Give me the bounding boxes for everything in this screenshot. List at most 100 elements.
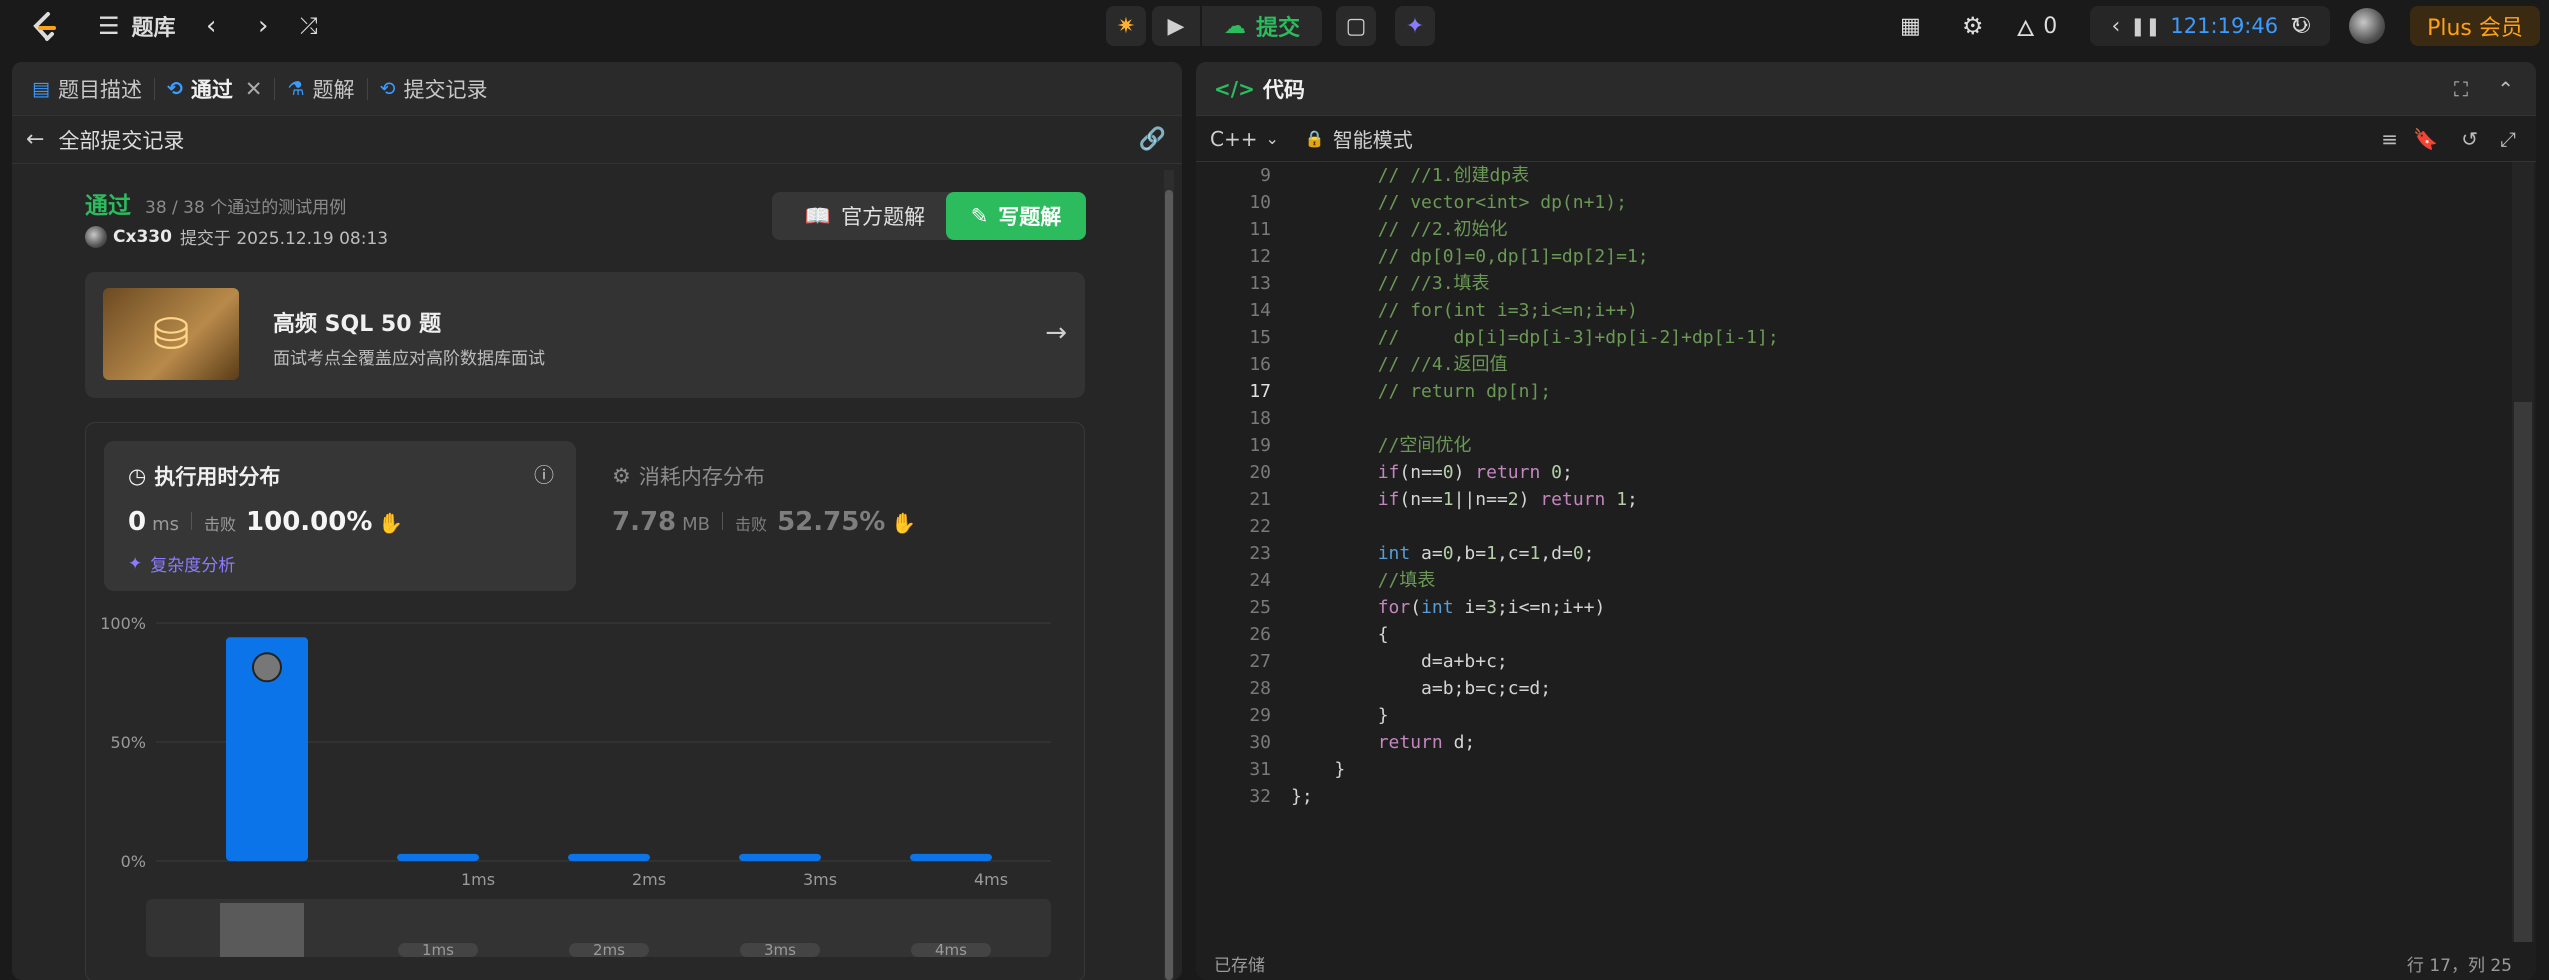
prev-problem-chevron-icon[interactable]: ‹: [206, 0, 216, 52]
code-line[interactable]: 32};: [1196, 783, 2506, 810]
link-icon[interactable]: 🔗: [1139, 127, 1166, 152]
code-line[interactable]: 30 return d;: [1196, 729, 2506, 756]
line-number: 18: [1249, 408, 1271, 429]
leetcode-logo-icon[interactable]: [28, 10, 62, 44]
promo-card[interactable]: ⛁ 高频 SQL 50 题 面试考点全覆盖应对高阶数据库面试 →: [85, 272, 1085, 398]
code-line[interactable]: 31 }: [1196, 756, 2506, 783]
code-token: // vector<int> dp(n+1);: [1291, 192, 1627, 213]
editor-scrollbar[interactable]: [2512, 162, 2534, 942]
code-line[interactable]: 23 int a=0,b=1,c=1,d=0;: [1196, 540, 2506, 567]
streak-counter[interactable]: 🜂 0: [2016, 0, 2057, 52]
code-line[interactable]: 13 // //3.填表: [1196, 270, 2506, 297]
code-line[interactable]: 12 // dp[0]=0,dp[1]=dp[2]=1;: [1196, 243, 2506, 270]
code-token: if: [1377, 489, 1400, 510]
code-token: ,c=: [1496, 543, 1530, 564]
run-button[interactable]: ▶: [1152, 6, 1200, 46]
username[interactable]: Cx330: [113, 227, 172, 247]
chevron-up-icon[interactable]: ⌃: [2497, 77, 2514, 101]
submit-label: 提交: [1255, 16, 1300, 41]
code-line[interactable]: 29 }: [1196, 702, 2506, 729]
note-button[interactable]: ▢: [1336, 6, 1376, 46]
code-text: //填表: [1291, 570, 1436, 591]
avatar[interactable]: [2349, 0, 2385, 52]
code-text: };: [1291, 786, 1313, 807]
smart-mode-toggle[interactable]: 🔒 智能模式: [1305, 124, 1413, 153]
code-text: // //1.创建dp表: [1291, 165, 1530, 186]
clap-icon: ✋: [891, 511, 917, 535]
code-line[interactable]: 10 // vector<int> dp(n+1);: [1196, 189, 2506, 216]
code-line[interactable]: 27 d=a+b+c;: [1196, 648, 2506, 675]
editor-scrollbar-thumb[interactable]: [2514, 402, 2532, 942]
info-icon[interactable]: ⓘ: [534, 459, 554, 488]
write-solution-button[interactable]: ✎ 写题解: [946, 192, 1086, 240]
shuffle-icon[interactable]: ⤮: [300, 0, 318, 52]
runtime-card[interactable]: ◷ 执行用时分布 ⓘ 0 ms 击败 100.00% ✋ ✦ 复杂度分析: [104, 441, 576, 591]
tab-solutions[interactable]: ⚗ 题解: [275, 62, 366, 116]
code-line[interactable]: 26 {: [1196, 621, 2506, 648]
code-line[interactable]: 16 // //4.返回值: [1196, 351, 2506, 378]
expand-icon[interactable]: ⤢: [2500, 127, 2516, 151]
bookmark-icon[interactable]: 🔖: [2413, 127, 2438, 151]
tab-accepted[interactable]: ⟲ 通过 ✕: [155, 62, 275, 116]
code-line[interactable]: 20 if(n==0) return 0;: [1196, 459, 2506, 486]
code-line[interactable]: 18: [1196, 405, 2506, 432]
code-line[interactable]: 17 // return dp[n];: [1196, 378, 2506, 405]
line-number: 17: [1249, 381, 1271, 402]
complexity-analysis-link[interactable]: ✦ 复杂度分析: [128, 551, 235, 577]
code-line[interactable]: 9 // //1.创建dp表: [1196, 162, 2506, 189]
code-text: // for(int i=3;i<=n;i++): [1291, 300, 1638, 321]
document-icon: ▤: [32, 77, 50, 100]
code-token: ;: [1562, 462, 1573, 483]
problem-bank-button[interactable]: ☰ 题库: [98, 0, 176, 52]
code-line[interactable]: 28 a=b;b=c;c=d;: [1196, 675, 2506, 702]
tab-submissions[interactable]: ⟲ 提交记录: [368, 62, 500, 116]
reset-icon[interactable]: ↺: [2461, 127, 2478, 151]
code-text: // //3.填表: [1291, 273, 1490, 294]
clock-icon: ◷: [128, 464, 147, 488]
code-panel: </> 代码 ⛶ ⌃ C++ ⌄ 🔒 智能模式 ≡ 🔖 ↺ ⤢ 9 // //1…: [1196, 62, 2536, 980]
x-tick-label: 1ms: [461, 870, 495, 889]
arrow-left-icon[interactable]: ←: [26, 127, 44, 152]
layout-icon[interactable]: ▦: [1900, 0, 1921, 52]
debug-button[interactable]: ✷: [1106, 6, 1146, 46]
code-token: (: [1410, 597, 1422, 618]
format-icon[interactable]: ≡: [2381, 127, 2398, 151]
line-number: 23: [1249, 543, 1271, 564]
tab-description[interactable]: ▤ 题目描述: [12, 62, 154, 116]
problem-bank-label: 题库: [131, 16, 176, 41]
code-line[interactable]: 25 for(int i=3;i<=n;i++): [1196, 594, 2506, 621]
code-line[interactable]: 15 // dp[i]=dp[i-3]+dp[i-2]+dp[i-1];: [1196, 324, 2506, 351]
submit-button[interactable]: ☁ 提交: [1202, 6, 1322, 46]
gear-icon[interactable]: ⚙: [1962, 0, 1984, 52]
code-line[interactable]: 19 //空间优化: [1196, 432, 2506, 459]
code-line[interactable]: 11 // //2.初始化: [1196, 216, 2506, 243]
histogram-bar[interactable]: [568, 853, 650, 861]
add-friend-icon[interactable]: ⚇: [2292, 0, 2312, 52]
editor-toolbar: C++ ⌄ 🔒 智能模式 ≡ 🔖 ↺ ⤢: [1196, 116, 2536, 162]
all-submissions-link[interactable]: 全部提交记录: [58, 125, 184, 155]
code-line[interactable]: 24 //填表: [1196, 567, 2506, 594]
code-editor[interactable]: 9 // //1.创建dp表 10 // vector<int> dp(n+1);…: [1196, 162, 2506, 942]
code-line[interactable]: 14 // for(int i=3;i<=n;i++): [1196, 297, 2506, 324]
scrollbar-thumb[interactable]: [1165, 190, 1173, 980]
close-icon[interactable]: ✕: [245, 77, 263, 101]
code-line[interactable]: 21 if(n==1||n==2) return 1;: [1196, 486, 2506, 513]
plus-membership-button[interactable]: Plus 会员: [2410, 6, 2540, 46]
scrollbar-track[interactable]: [1164, 170, 1174, 980]
official-solution-button[interactable]: 📖 官方题解: [772, 192, 958, 240]
code-line[interactable]: 22: [1196, 513, 2506, 540]
memory-card[interactable]: ⚙ 消耗内存分布: [612, 461, 765, 491]
histogram-bar[interactable]: [397, 853, 479, 861]
maximize-icon[interactable]: ⛶: [2454, 77, 2468, 101]
range-brush-selection[interactable]: [220, 903, 304, 957]
ai-assistant-button[interactable]: ✦: [1395, 6, 1435, 46]
histogram-bar[interactable]: [910, 853, 992, 861]
history-icon: ⟲: [166, 77, 183, 100]
next-problem-chevron-icon[interactable]: ›: [258, 0, 268, 52]
runtime-distribution-chart[interactable]: 100% 50% 0% 1ms 2ms 3ms 4ms 1ms 2ms 3ms 4ms: [86, 603, 1086, 963]
submitter-row: Cx330 提交于 2025.12.19 08:13: [85, 224, 388, 249]
code-text: // dp[0]=0,dp[1]=dp[2]=1;: [1291, 246, 1649, 267]
histogram-bar[interactable]: [739, 853, 821, 861]
language-select[interactable]: C++ ⌄: [1210, 127, 1279, 151]
line-number: 32: [1249, 786, 1271, 807]
